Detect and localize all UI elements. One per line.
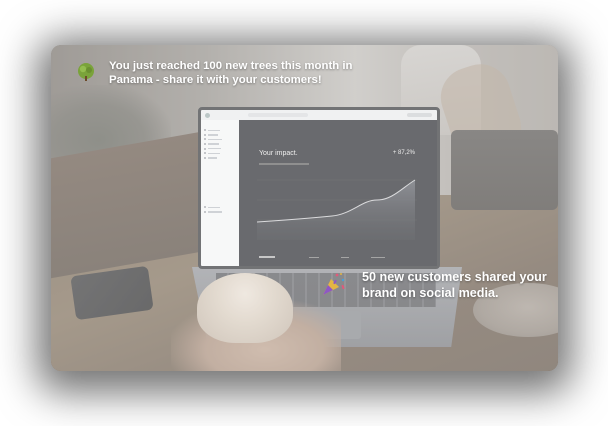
trees-milestone-message: You just reached 100 new trees this mont… — [109, 60, 353, 86]
tree-icon — [78, 63, 94, 81]
impact-title: Your impact. — [259, 150, 298, 157]
app-main: Your impact. + 87,2% — [239, 120, 437, 266]
footer-stat — [341, 256, 349, 258]
impact-chart-svg — [256, 179, 417, 240]
footer-stat — [309, 256, 319, 258]
impact-chart — [256, 170, 417, 240]
party-popper-icon — [323, 273, 345, 295]
chart-area-fill — [257, 180, 415, 240]
sidebar-item — [204, 210, 239, 215]
impact-value: + 87,2% — [392, 150, 415, 156]
app-sidebar — [201, 120, 239, 266]
app-topbar — [201, 110, 437, 120]
background-object — [451, 130, 558, 210]
app-search-bar — [248, 113, 308, 117]
app-user-area — [407, 113, 432, 117]
chart-footer-stats — [309, 256, 385, 258]
promo-card: Your impact. + 87,2% You just reached 10… — [51, 45, 558, 371]
footer-stat — [371, 256, 385, 258]
impact-subtitle — [259, 163, 309, 165]
app-logo-icon — [205, 112, 210, 118]
laptop-screen: Your impact. + 87,2% — [198, 107, 440, 269]
coffee-cup — [197, 273, 293, 343]
social-share-message: 50 new customers shared your brand on so… — [362, 270, 547, 300]
chart-footer-label — [259, 256, 275, 258]
